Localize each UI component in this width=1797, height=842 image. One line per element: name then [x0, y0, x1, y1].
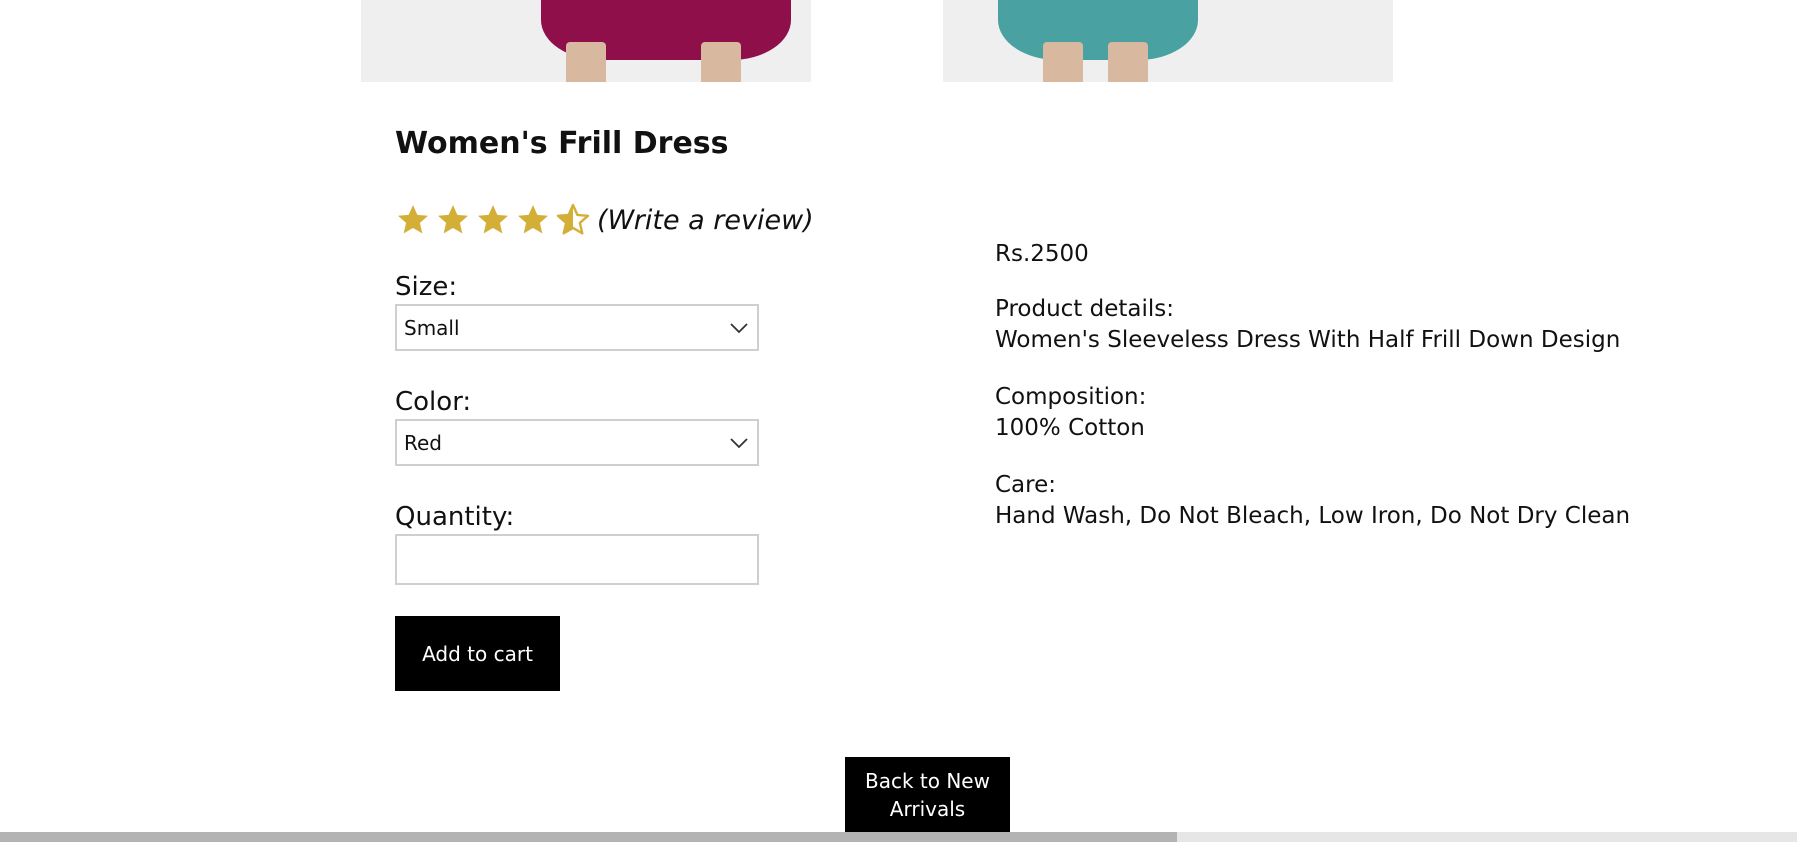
horizontal-scrollbar[interactable] — [0, 832, 1797, 842]
product-rating: (Write a review) — [395, 198, 814, 242]
star-icon — [518, 205, 548, 234]
write-review-link[interactable]: (Write a review) — [597, 205, 814, 236]
quantity-label: Quantity: — [395, 502, 515, 532]
chevron-down-icon — [730, 323, 748, 334]
composition-value: 100% Cotton — [995, 415, 1145, 441]
product-details: Product details: Women's Sleeveless Dres… — [995, 294, 1620, 356]
scrollbar-thumb[interactable] — [0, 832, 1177, 842]
size-label: Size: — [395, 272, 458, 302]
model-leg — [701, 42, 741, 82]
star-icon — [478, 205, 508, 234]
composition: Composition: 100% Cotton — [995, 382, 1146, 444]
size-select[interactable]: Small — [395, 304, 759, 351]
product-image-teal[interactable] — [943, 0, 1393, 82]
model-leg — [1108, 42, 1148, 82]
star-icon — [438, 205, 468, 234]
care: Care: Hand Wash, Do Not Bleach, Low Iron… — [995, 470, 1630, 532]
product-image-red[interactable] — [361, 0, 811, 82]
model-leg — [1043, 42, 1083, 82]
model-leg — [566, 42, 606, 82]
product-details-label: Product details: — [995, 296, 1175, 322]
quantity-input[interactable] — [395, 534, 759, 585]
care-value: Hand Wash, Do Not Bleach, Low Iron, Do N… — [995, 503, 1631, 529]
half-star-icon — [556, 203, 590, 235]
composition-label: Composition: — [995, 384, 1147, 410]
add-to-cart-button[interactable]: Add to cart — [395, 616, 560, 691]
product-page: Women's Frill Dress (Write a review) Siz… — [0, 0, 1797, 842]
product-title: Women's Frill Dress — [395, 126, 729, 161]
product-price: Rs.2500 — [995, 241, 1089, 267]
star-icon — [398, 205, 428, 234]
care-label: Care: — [995, 472, 1057, 498]
color-selected-value: Red — [404, 430, 442, 455]
product-details-value: Women's Sleeveless Dress With Half Frill… — [995, 327, 1621, 353]
dress-skirt-teal — [998, 0, 1198, 60]
size-selected-value: Small — [404, 315, 460, 340]
color-label: Color: — [395, 387, 472, 417]
back-to-new-arrivals-button[interactable]: Back to New Arrivals — [845, 757, 1010, 833]
chevron-down-icon — [730, 438, 748, 449]
color-select[interactable]: Red — [395, 419, 759, 466]
